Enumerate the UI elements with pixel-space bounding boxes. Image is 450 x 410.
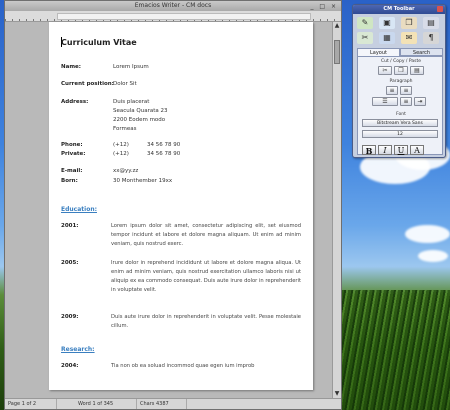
close-icon[interactable]: [437, 6, 443, 12]
cut-copy-paste-label: Cut / Copy / Paste: [380, 59, 422, 64]
toolbar-title: CM Toolbar: [383, 6, 415, 12]
toolbar-tabs: Layout Search: [357, 48, 443, 56]
address-label: Address:: [61, 99, 89, 105]
entry-year: 2004:: [61, 363, 79, 369]
new-document-icon[interactable]: ✎: [357, 17, 373, 29]
font-family-select[interactable]: Bitstream Vera Sans: [362, 119, 438, 127]
entry-year: 2009:: [61, 314, 79, 320]
table-icon[interactable]: ▦: [379, 32, 395, 44]
folder-icon[interactable]: ❒: [401, 17, 417, 29]
toolbar-window: CM Toolbar ✎ ▣ ❒ ▤ ✂ ▦ ✉ ¶ Layout Search…: [352, 4, 446, 158]
status-page: Page 1 of 2: [5, 399, 57, 409]
toolbar-titlebar[interactable]: CM Toolbar: [353, 5, 445, 14]
address-line: Seacula Quarata 23: [113, 108, 168, 114]
tab-layout[interactable]: Layout: [357, 48, 400, 56]
italic-button[interactable]: I: [378, 145, 392, 155]
status-chars: Chars 4387: [137, 399, 187, 409]
cloud: [405, 225, 450, 243]
underline-button[interactable]: U: [394, 145, 408, 155]
toolbar-panel: Cut / Copy / Paste ✂ ❐ ▤ Paragraph ≡ ≡ ☰…: [357, 56, 443, 156]
position-value: Dolor Sit: [113, 81, 137, 87]
paragraph-label: Paragraph: [389, 79, 413, 84]
address-line: Duis placerat: [113, 99, 150, 105]
cut-button[interactable]: ✂: [378, 66, 392, 75]
format-icon[interactable]: ✉: [401, 32, 417, 44]
phone-label: Phone:: [61, 142, 83, 148]
address-line: Formeas: [113, 126, 137, 132]
born-value: 30 Monthember 19xx: [113, 178, 173, 184]
position-label: Current position:: [61, 81, 114, 87]
born-label: Born:: [61, 178, 78, 184]
address-line: 2200 Eodem modo: [113, 117, 166, 123]
vertical-scrollbar[interactable]: ▲ ▼: [332, 22, 341, 398]
phone-code: (+12): [113, 142, 129, 148]
align-center-button[interactable]: ≡: [400, 86, 412, 95]
scroll-down-icon[interactable]: ▼: [333, 390, 341, 398]
font-label: Font: [396, 112, 406, 117]
writer-window: Emacios Writer - CM docs _ □ × Curriculu…: [4, 0, 342, 410]
ruler[interactable]: [5, 11, 341, 22]
education-heading: Education:: [61, 206, 97, 213]
name-value: Lorem Ipsum: [113, 64, 149, 70]
tools-icon[interactable]: ✂: [357, 32, 373, 44]
open-icon[interactable]: ▣: [379, 17, 395, 29]
grass-field: [330, 290, 450, 410]
name-label: Name:: [61, 64, 81, 70]
entry-year: 2001:: [61, 223, 79, 229]
document-page[interactable]: Curriculum Vitae Name: Lorem Ipsum Curre…: [49, 22, 313, 390]
private-code: (+12): [113, 151, 129, 157]
cloud: [418, 250, 448, 262]
align-left-button[interactable]: ≡: [386, 86, 398, 95]
scroll-thumb[interactable]: [334, 40, 340, 64]
align-right-button[interactable]: ≡: [400, 97, 412, 106]
page-title: Curriculum Vitae: [61, 38, 137, 47]
scroll-up-icon[interactable]: ▲: [333, 22, 341, 30]
entry-text: Duis aute irure dolor in reprehenderit i…: [111, 314, 301, 329]
toolbar-icon-grid: ✎ ▣ ❒ ▤ ✂ ▦ ✉ ¶: [357, 17, 443, 44]
phone-number: 34 56 78 90: [147, 142, 181, 148]
entry-text: Tia non ob ea soluad incommod quae egen …: [111, 363, 255, 369]
tab-search[interactable]: Search: [400, 48, 443, 56]
window-title: Emacios Writer - CM docs: [134, 2, 212, 9]
justify-button[interactable]: ☰: [372, 97, 398, 106]
entry-text: Lorem ipsum dolor sit amet, consectetur …: [111, 223, 301, 247]
status-bar: Page 1 of 2 Word 1 of 345 Chars 4387: [5, 398, 341, 409]
window-icon[interactable]: ▤: [423, 17, 439, 29]
email-label: E-mail:: [61, 168, 83, 174]
research-heading: Research:: [61, 346, 95, 353]
text-color-button[interactable]: A: [410, 145, 424, 155]
bold-button[interactable]: B: [362, 145, 376, 156]
status-words: Word 1 of 345: [75, 399, 137, 409]
copy-button[interactable]: ❐: [394, 66, 408, 75]
paragraph-icon[interactable]: ¶: [423, 32, 439, 44]
entry-year: 2005:: [61, 260, 79, 266]
font-size-select[interactable]: 12: [362, 130, 438, 138]
paste-button[interactable]: ▤: [410, 66, 424, 75]
private-number: 34 56 78 90: [147, 151, 181, 157]
email-value: xx@yy.zz: [113, 168, 139, 174]
entry-text: Irure dolor in reprehend incididunt ut l…: [111, 260, 301, 293]
indent-button[interactable]: ⇥: [414, 97, 426, 106]
writer-titlebar[interactable]: Emacios Writer - CM docs _ □ ×: [5, 1, 341, 11]
private-label: Private:: [61, 151, 86, 157]
